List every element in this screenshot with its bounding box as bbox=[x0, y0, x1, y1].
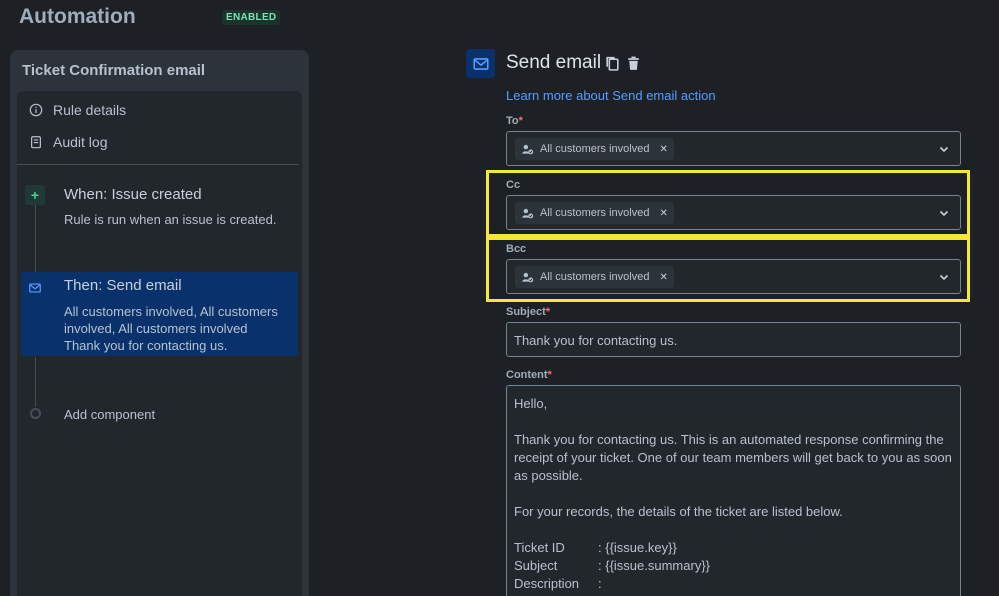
content-paragraph-1: Thank you for contacting us. This is an … bbox=[514, 432, 952, 483]
action-title: Send email bbox=[506, 52, 602, 73]
info-icon bbox=[29, 103, 43, 117]
action-step-desc-line2: involved, All customers involved bbox=[64, 321, 248, 336]
action-step-title: Then: Send email bbox=[64, 277, 182, 294]
customers-icon bbox=[522, 144, 534, 154]
cc-highlight-box bbox=[486, 170, 970, 237]
content-greeting: Hello, bbox=[514, 396, 548, 411]
clipboard-icon bbox=[31, 136, 41, 149]
flow-connector bbox=[35, 205, 36, 273]
add-component-dot-icon bbox=[30, 408, 41, 419]
flow-connector bbox=[35, 357, 36, 407]
trigger-plus-icon: + bbox=[25, 185, 45, 205]
rule-sidebar: Ticket Confirmation email Rule details A… bbox=[10, 50, 309, 596]
content-textarea[interactable]: Hello, Thank you for contacting us. This… bbox=[506, 385, 961, 596]
content-row: Description: bbox=[514, 576, 602, 591]
recipient-chip: All customers involved ✕ bbox=[515, 138, 674, 160]
to-label: To* bbox=[506, 115, 523, 127]
trash-icon[interactable] bbox=[625, 55, 642, 72]
page-title: Automation bbox=[19, 5, 136, 28]
to-select[interactable]: All customers involved ✕ bbox=[506, 131, 961, 166]
action-step-desc-line1: All customers involved, All customers bbox=[64, 304, 278, 319]
status-badge: ENABLED bbox=[222, 10, 281, 25]
copy-icon[interactable] bbox=[604, 55, 621, 72]
audit-log-link[interactable]: Audit log bbox=[29, 134, 107, 150]
bcc-highlight-box bbox=[486, 237, 970, 302]
content-label: Content* bbox=[506, 369, 552, 381]
menu-divider bbox=[17, 164, 299, 165]
remove-chip-icon[interactable]: ✕ bbox=[659, 144, 667, 155]
rule-details-label: Rule details bbox=[53, 102, 127, 118]
rule-outline: Rule details Audit log + When: Issue cre… bbox=[17, 91, 302, 596]
rule-name: Ticket Confirmation email bbox=[22, 62, 206, 79]
content-row: Ticket ID: {{issue.key}} bbox=[514, 540, 677, 555]
subject-label: Subject* bbox=[506, 306, 551, 318]
action-step-desc-line3: Thank you for contacting us. bbox=[64, 338, 228, 353]
rule-details-link[interactable]: Rule details bbox=[29, 102, 126, 118]
trigger-step-title[interactable]: When: Issue created bbox=[64, 186, 202, 203]
send-email-icon bbox=[466, 49, 495, 78]
mail-icon bbox=[25, 278, 45, 298]
content-row: Subject: {{issue.summary}} bbox=[514, 558, 710, 573]
action-editor: Send email Learn more about Send email a… bbox=[466, 0, 999, 596]
chevron-down-icon[interactable] bbox=[938, 143, 950, 155]
learn-more-link[interactable]: Learn more about Send email action bbox=[506, 88, 716, 103]
audit-log-label: Audit log bbox=[53, 134, 108, 150]
content-paragraph-2: For your records, the details of the tic… bbox=[514, 504, 843, 519]
subject-input[interactable]: Thank you for contacting us. bbox=[506, 322, 961, 357]
add-component-button[interactable]: Add component bbox=[64, 406, 155, 423]
trigger-step-desc: Rule is run when an issue is created. bbox=[64, 212, 277, 227]
